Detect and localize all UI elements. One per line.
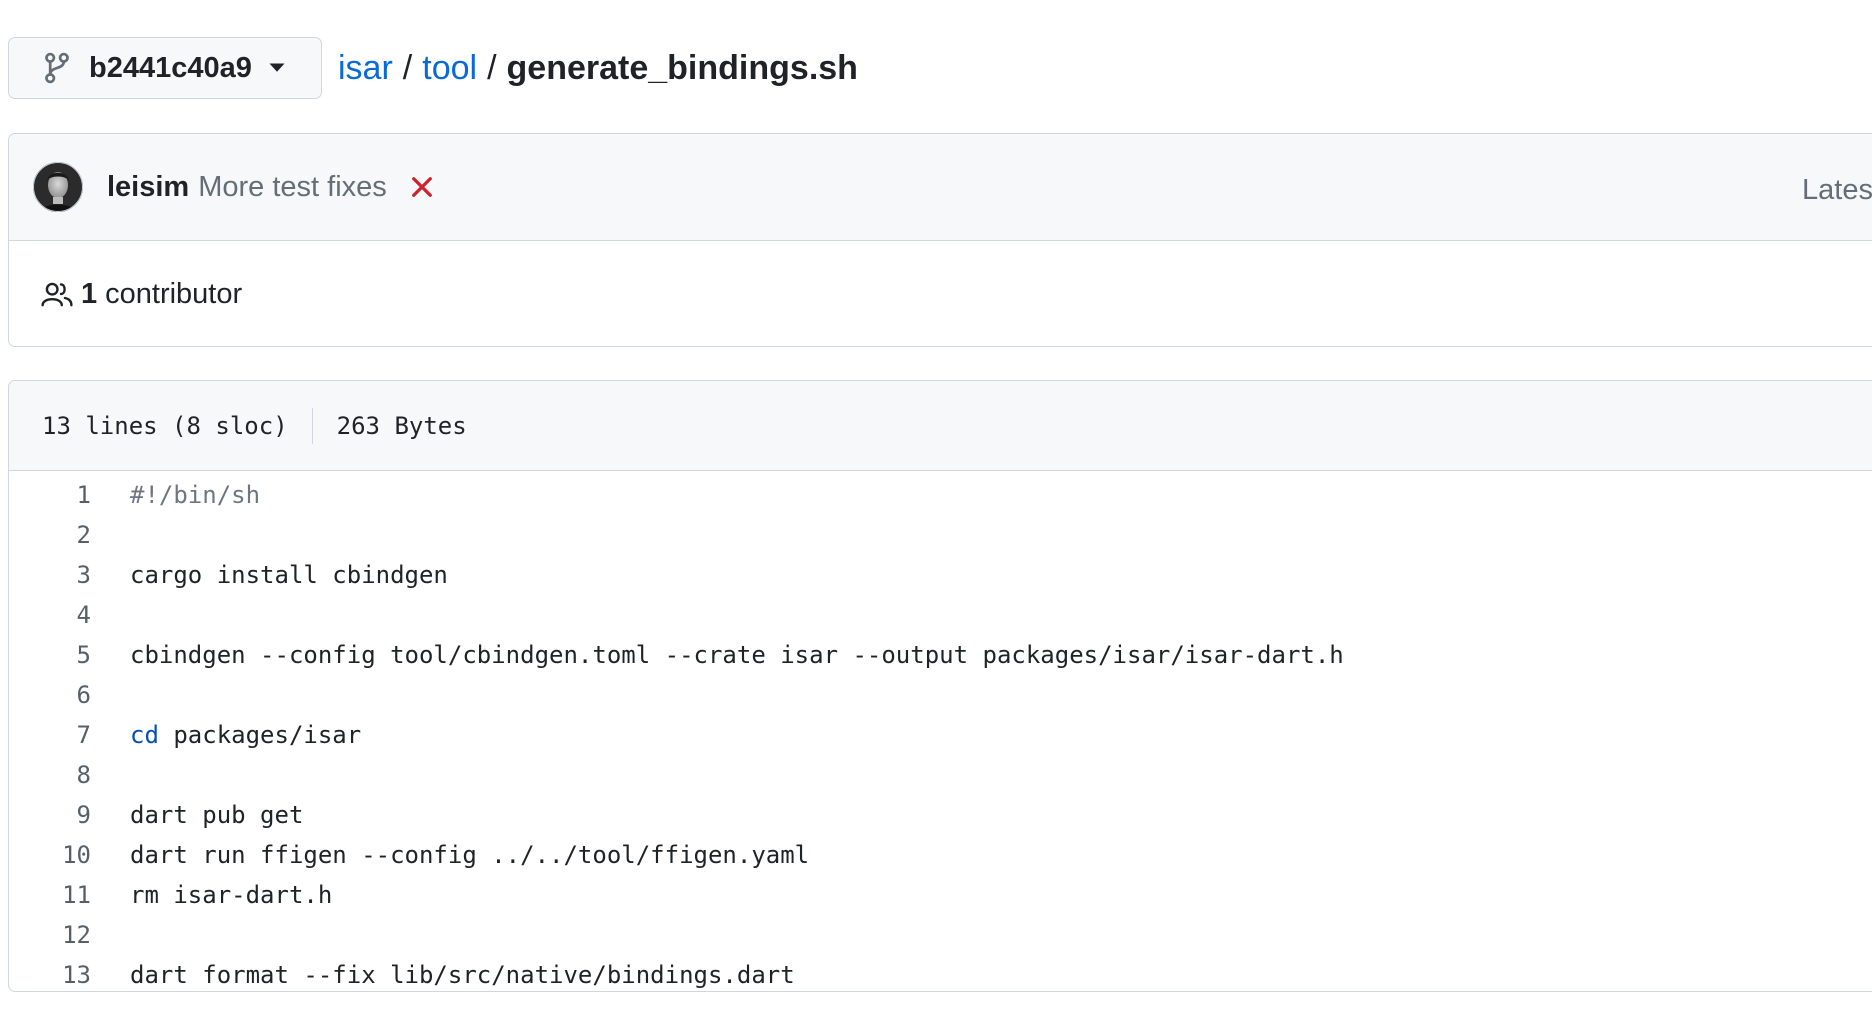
latest-commit-label: Lates — [1802, 174, 1872, 206]
line-code: dart pub get — [91, 801, 303, 829]
line-number[interactable]: 8 — [9, 761, 91, 789]
contributor-label: contributor — [105, 277, 243, 310]
commit-header: leisim More test fixes Lates — [9, 134, 1872, 241]
line-number[interactable]: 1 — [9, 481, 91, 509]
code-text: dart pub get — [130, 801, 304, 829]
code-line: 12 — [9, 915, 1872, 955]
line-number[interactable]: 10 — [9, 841, 91, 869]
latest-commit-box: leisim More test fixes Lates 1 contribut… — [8, 133, 1872, 347]
code-line: 11 rm isar-dart.h — [9, 875, 1872, 915]
code-line: 5 cbindgen --config tool/cbindgen.toml --… — [9, 635, 1872, 675]
line-code: cd packages/isar — [91, 721, 361, 749]
contributor-count: 1 — [81, 277, 98, 310]
avatar[interactable] — [33, 162, 83, 212]
line-number[interactable]: 13 — [9, 961, 91, 989]
line-number[interactable]: 4 — [9, 601, 91, 629]
line-number[interactable]: 3 — [9, 561, 91, 589]
line-number[interactable]: 6 — [9, 681, 91, 709]
code-text: cbindgen --config tool/cbindgen.toml --c… — [130, 641, 1344, 669]
line-code: dart run ffigen --config ../../tool/ffig… — [91, 841, 809, 869]
code-text: rm isar-dart.h — [130, 881, 333, 909]
code-line: 6 — [9, 675, 1872, 715]
code-line: 1 #!/bin/sh — [9, 475, 1872, 515]
line-number[interactable]: 12 — [9, 921, 91, 949]
file-navigation: b2441c40a9 isar / tool / generate_bindin… — [8, 37, 858, 99]
line-number[interactable]: 9 — [9, 801, 91, 829]
file-size: 263 Bytes — [336, 411, 467, 440]
line-code: cargo install cbindgen — [91, 561, 448, 589]
line-number[interactable]: 11 — [9, 881, 91, 909]
code-keyword: cd — [130, 721, 159, 749]
breadcrumb-separator: / — [402, 48, 413, 87]
line-code: dart format --fix lib/src/native/binding… — [91, 961, 795, 989]
breadcrumb-dir-link[interactable]: tool — [422, 49, 477, 88]
line-code: #!/bin/sh — [91, 481, 260, 509]
code-text: dart format --fix lib/src/native/binding… — [130, 961, 795, 989]
file-viewer: 13 lines (8 sloc) 263 Bytes 1 #!/bin/sh 2 3… — [8, 380, 1872, 992]
breadcrumb-file-name: generate_bindings.sh — [506, 48, 858, 87]
git-branch-icon — [45, 52, 69, 84]
code-text: #!/bin/sh — [130, 481, 261, 509]
code-listing: 1 #!/bin/sh 2 3 cargo install cbindgen 4 5 cbin… — [9, 471, 1872, 991]
code-line: 3 cargo install cbindgen — [9, 555, 1872, 595]
code-text: cargo install cbindgen — [130, 561, 448, 589]
line-code: cbindgen --config tool/cbindgen.toml --c… — [91, 641, 1344, 669]
breadcrumb-separator: / — [487, 48, 497, 87]
code-line: 9 dart pub get — [9, 795, 1872, 835]
code-line: 13 dart format --fix lib/src/native/bindi… — [9, 955, 1872, 991]
file-line-count: 13 lines (8 sloc) — [42, 411, 288, 440]
avatar-image — [33, 162, 83, 212]
code-text: dart run ffigen --config ../../tool/ffig… — [130, 841, 810, 869]
line-code: rm isar-dart.h — [91, 881, 332, 909]
code-line: 2 — [9, 515, 1872, 555]
triangle-down-icon — [269, 63, 285, 72]
commit-author-link[interactable]: leisim — [107, 171, 189, 204]
code-line: 10 dart run ffigen --config ../../tool/ff… — [9, 835, 1872, 875]
file-info-header: 13 lines (8 sloc) 263 Bytes — [9, 381, 1872, 471]
line-number[interactable]: 5 — [9, 641, 91, 669]
code-line: 8 — [9, 755, 1872, 795]
branch-name: b2441c40a9 — [89, 51, 252, 84]
line-number[interactable]: 2 — [9, 521, 91, 549]
breadcrumb-repo-link[interactable]: isar — [338, 49, 393, 88]
people-icon — [41, 282, 73, 307]
branch-select-button[interactable]: b2441c40a9 — [8, 37, 322, 99]
commit-message-link[interactable]: More test fixes — [198, 171, 387, 204]
contributors-row[interactable]: 1 contributor — [9, 241, 1872, 346]
divider — [311, 407, 313, 444]
code-text: packages/isar — [158, 721, 362, 749]
code-line: 7 cd packages/isar — [9, 715, 1872, 755]
line-number[interactable]: 7 — [9, 721, 91, 749]
breadcrumb: isar / tool / generate_bindings.sh — [338, 49, 858, 88]
code-line: 4 — [9, 595, 1872, 635]
x-icon[interactable] — [411, 176, 433, 198]
